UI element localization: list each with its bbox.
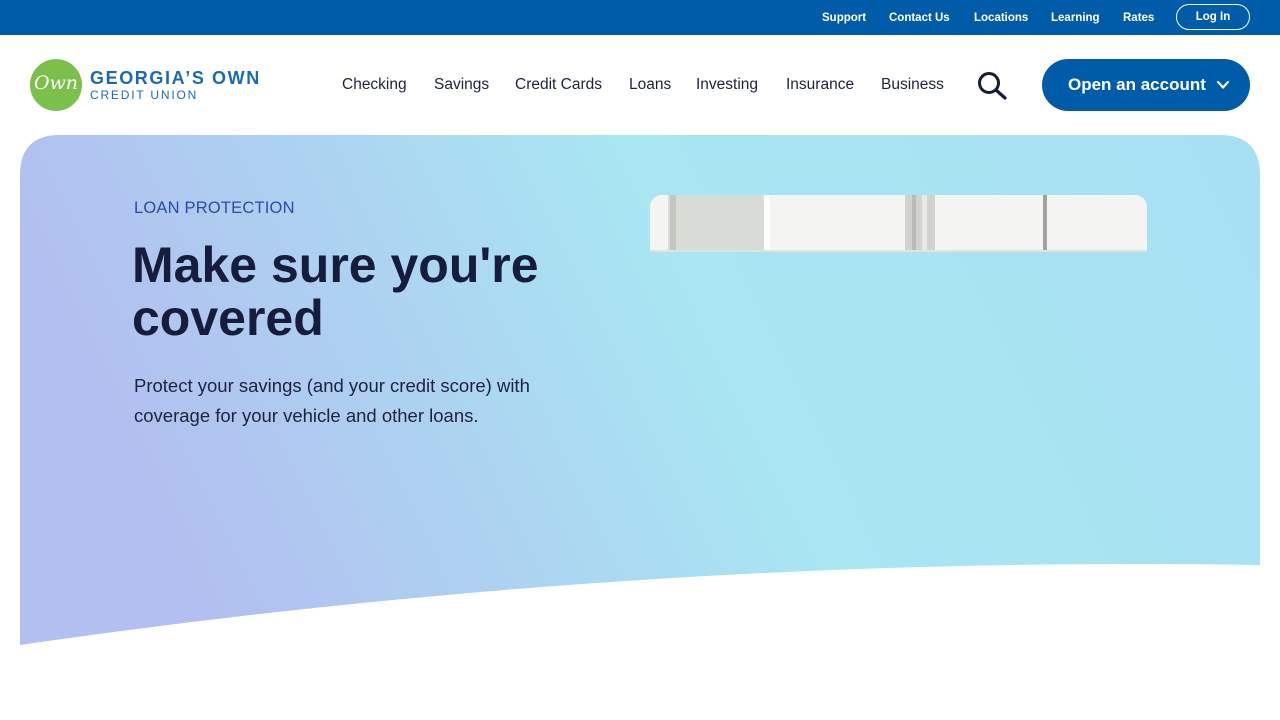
utility-bar: Support Contact Us Locations Learning Ra… [0, 0, 1280, 35]
hero-section: LOAN PROTECTION Make sure you're covered… [20, 135, 1260, 655]
login-button[interactable]: Log In [1176, 4, 1250, 30]
search-icon [978, 72, 1007, 100]
open-account-button[interactable]: Open an account [1042, 59, 1250, 111]
login-button-label: Log In [1195, 11, 1231, 23]
logo[interactable]: Own GEORGIA’S OWN CREDIT UNION [30, 59, 280, 111]
logo-name: GEORGIA’S OWN [90, 68, 261, 88]
nav-item-savings[interactable]: Savings [434, 76, 489, 94]
utility-link-locations[interactable]: Locations [974, 12, 1028, 24]
nav-item-credit-cards[interactable]: Credit Cards [515, 76, 602, 94]
utility-link-rates[interactable]: Rates [1123, 12, 1154, 24]
utility-link-contact-us[interactable]: Contact Us [889, 12, 950, 24]
utility-link-learning[interactable]: Learning [1051, 12, 1100, 24]
nav-item-checking[interactable]: Checking [342, 76, 407, 94]
hero-headline: Make sure you're covered [132, 237, 539, 346]
open-account-label: Open an account [1068, 75, 1206, 94]
utility-link-support[interactable]: Support [822, 12, 866, 24]
hero-image [650, 195, 1147, 252]
logo-mark-text: Own [33, 72, 79, 94]
logo-subtitle: CREDIT UNION [90, 88, 199, 102]
hero-eyebrow: LOAN PROTECTION [134, 199, 295, 217]
nav-item-business[interactable]: Business [881, 76, 944, 94]
nav-item-investing[interactable]: Investing [696, 76, 758, 94]
hero-body: Protect your savings (and your credit sc… [134, 375, 530, 426]
nav-item-insurance[interactable]: Insurance [786, 76, 854, 94]
nav-item-loans[interactable]: Loans [629, 76, 671, 94]
chevron-down-icon [1216, 80, 1230, 89]
main-header: Own GEORGIA’S OWN CREDIT UNION Checking … [0, 35, 1280, 135]
search-button[interactable] [976, 71, 1008, 101]
